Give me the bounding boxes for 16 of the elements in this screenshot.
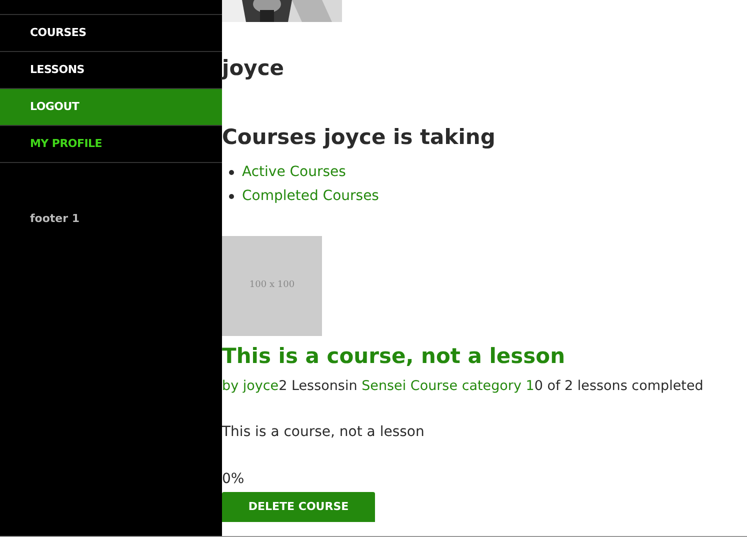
footer-text: footer 1 bbox=[29, 211, 81, 227]
nav-item[interactable]: LOGOUT bbox=[0, 89, 222, 126]
course-link[interactable]: Completed Courses bbox=[242, 186, 379, 206]
courses-heading: Courses joyce is taking bbox=[222, 127, 496, 148]
delete-course-button[interactable]: DELETE COURSE bbox=[222, 492, 375, 522]
bullet-icon bbox=[229, 194, 234, 198]
bullet-icon bbox=[229, 170, 234, 174]
course-link[interactable]: Active Courses bbox=[242, 162, 346, 182]
thumbnail-label: 100 x 100 bbox=[249, 279, 295, 292]
meta-link[interactable]: by joyce bbox=[222, 378, 279, 394]
progress-text: 0% bbox=[222, 470, 244, 489]
profile-name: joyce bbox=[222, 58, 284, 79]
course-meta: by joyce2 Lessonsin Sensei Course category 10 of 2 lessons completed bbox=[222, 377, 704, 396]
course-description: This is a course, not a lesson bbox=[222, 423, 424, 442]
course-title[interactable]: This is a course, not a lesson bbox=[222, 342, 566, 370]
meta-link[interactable]: Sensei Course category 1 bbox=[362, 378, 534, 394]
